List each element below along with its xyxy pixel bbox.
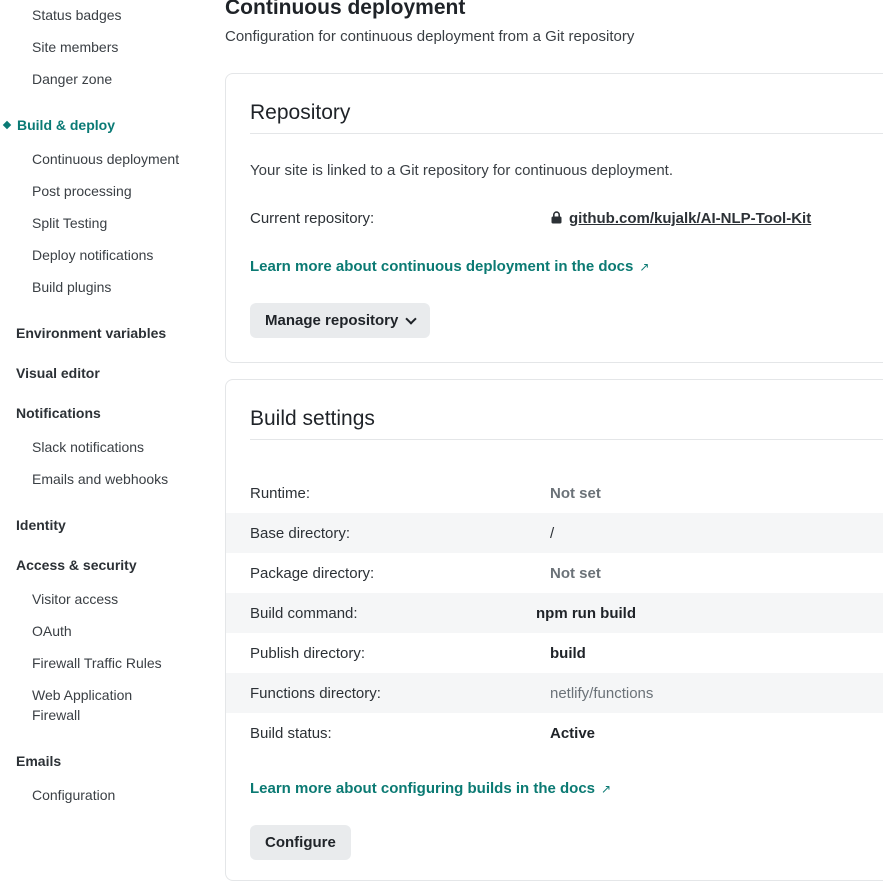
- base-directory-value: /: [550, 524, 555, 542]
- page-title: Continuous deployment: [225, 0, 466, 19]
- external-link-icon: ↗: [639, 260, 650, 274]
- sidebar-section-environment-variables[interactable]: Environment variables: [16, 325, 166, 341]
- repository-description: Your site is linked to a Git repository …: [250, 162, 674, 179]
- build-command-value: npm run build: [536, 604, 636, 622]
- build-setting-row-build-status: Build status: Active: [226, 713, 883, 753]
- sidebar-item-danger-zone[interactable]: Danger zone: [32, 71, 112, 87]
- settings-sidebar: Status badges Site members Danger zone B…: [0, 0, 215, 867]
- repository-card-title: Repository: [250, 101, 351, 124]
- configure-button[interactable]: Configure: [250, 825, 351, 860]
- sidebar-item-continuous-deployment[interactable]: Continuous deployment: [32, 151, 179, 167]
- current-repository-label: Current repository:: [250, 210, 375, 227]
- sidebar-section-emails[interactable]: Emails: [16, 753, 61, 769]
- sidebar-item-build-plugins[interactable]: Build plugins: [32, 279, 111, 295]
- sidebar-section-visual-editor[interactable]: Visual editor: [16, 365, 100, 381]
- sidebar-item-configuration[interactable]: Configuration: [32, 787, 115, 803]
- sidebar-section-access-security[interactable]: Access & security: [16, 557, 137, 573]
- lock-icon: [551, 211, 562, 224]
- build-status-label: Build status:: [250, 724, 332, 742]
- sidebar-item-status-badges[interactable]: Status badges: [32, 7, 122, 23]
- build-settings-card-title: Build settings: [250, 407, 375, 430]
- page-subtitle: Configuration for continuous deployment …: [225, 28, 635, 45]
- base-directory-label: Base directory:: [250, 524, 351, 542]
- sidebar-item-deploy-notifications[interactable]: Deploy notifications: [32, 247, 153, 263]
- build-settings-card: Build settings Runtime: Not set Base dir…: [225, 379, 883, 881]
- build-status-value: Active: [550, 724, 596, 742]
- functions-directory-value: netlify/functions: [550, 684, 654, 702]
- sidebar-item-post-processing[interactable]: Post processing: [32, 183, 132, 199]
- sidebar-item-emails-webhooks[interactable]: Emails and webhooks: [32, 471, 168, 487]
- build-setting-row-publish-directory: Publish directory: build: [226, 633, 883, 673]
- build-setting-row-build-command: Build command: npm run build: [226, 593, 883, 633]
- sidebar-item-oauth[interactable]: OAuth: [32, 623, 72, 639]
- build-setting-row-base-directory: Base directory: /: [226, 513, 883, 553]
- functions-directory-label: Functions directory:: [250, 684, 381, 702]
- runtime-value: Not set: [550, 484, 601, 502]
- divider: [250, 133, 883, 134]
- build-setting-row-runtime: Runtime: Not set: [226, 473, 883, 513]
- sidebar-item-web-application-firewall[interactable]: Web Application Firewall: [32, 685, 152, 725]
- chevron-down-icon: [405, 312, 418, 325]
- active-diamond-icon: [2, 120, 12, 130]
- current-repository-link[interactable]: github.com/kujalk/AI-NLP-Tool-Kit: [551, 210, 811, 227]
- package-directory-value: Not set: [550, 564, 601, 582]
- publish-directory-label: Publish directory:: [250, 644, 366, 662]
- sidebar-item-visitor-access[interactable]: Visitor access: [32, 591, 118, 607]
- repository-card: Repository Your site is linked to a Git …: [225, 73, 883, 363]
- divider: [250, 439, 883, 440]
- publish-directory-value: build: [550, 644, 586, 662]
- sidebar-item-site-members[interactable]: Site members: [32, 39, 118, 55]
- manage-repository-button[interactable]: Manage repository: [250, 303, 431, 338]
- runtime-label: Runtime:: [250, 484, 311, 502]
- sidebar-section-build-deploy[interactable]: Build & deploy: [2, 117, 115, 133]
- sidebar-section-notifications[interactable]: Notifications: [16, 405, 101, 421]
- build-command-label: Build command:: [250, 604, 358, 622]
- sidebar-section-identity[interactable]: Identity: [16, 517, 66, 533]
- build-docs-link[interactable]: Learn more about configuring builds in t…: [250, 780, 611, 797]
- external-link-icon: ↗: [601, 782, 612, 796]
- continuous-deployment-docs-link[interactable]: Learn more about continuous deployment i…: [250, 258, 649, 275]
- package-directory-label: Package directory:: [250, 564, 375, 582]
- sidebar-item-firewall-traffic-rules[interactable]: Firewall Traffic Rules: [32, 655, 162, 671]
- sidebar-item-split-testing[interactable]: Split Testing: [32, 215, 107, 231]
- sidebar-item-slack-notifications[interactable]: Slack notifications: [32, 439, 144, 455]
- build-setting-row-package-directory: Package directory: Not set: [226, 553, 883, 593]
- build-setting-row-functions-directory: Functions directory: netlify/functions: [226, 673, 883, 713]
